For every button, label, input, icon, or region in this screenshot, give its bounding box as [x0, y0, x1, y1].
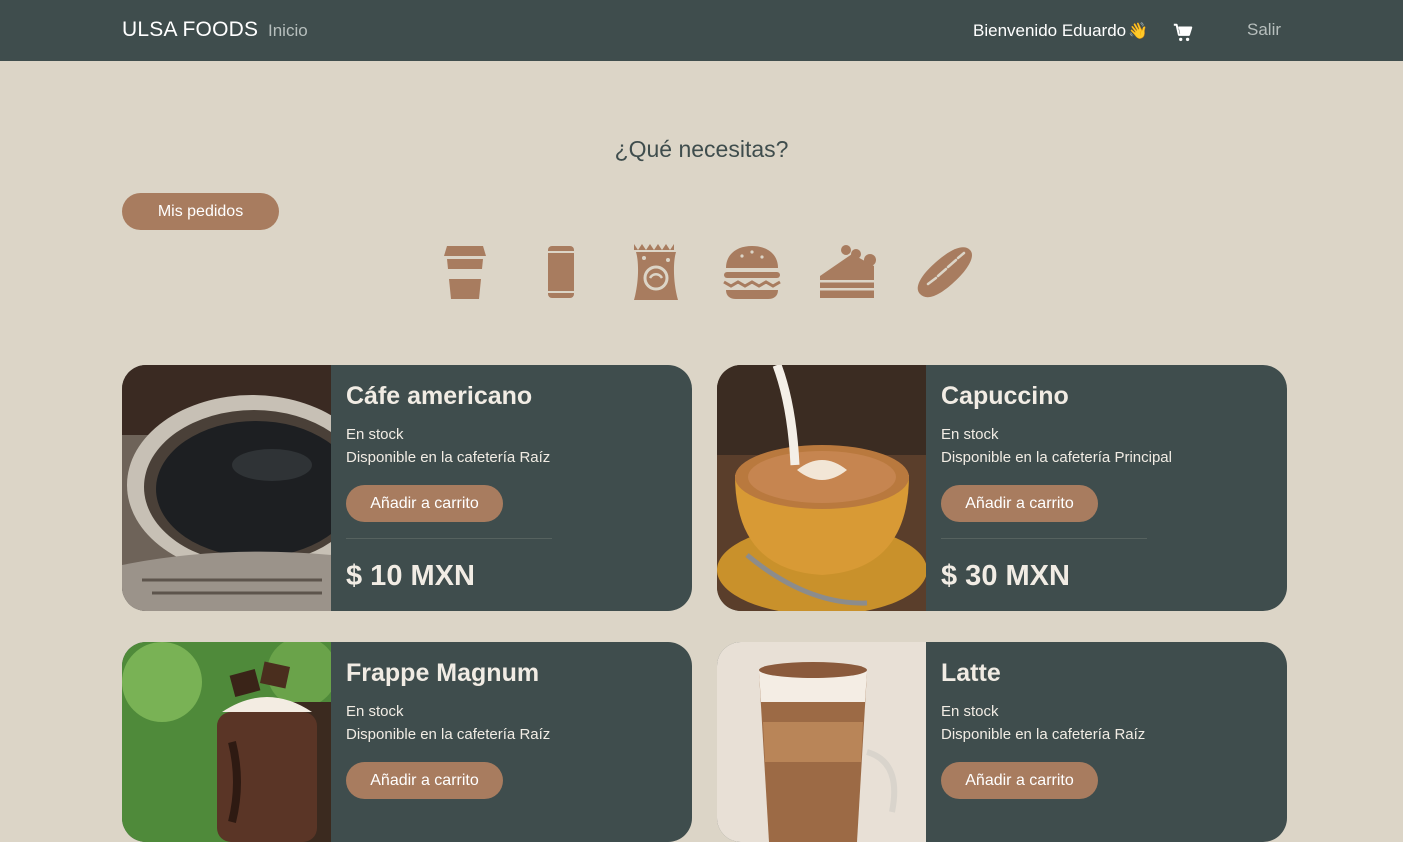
product-name: Latte [941, 659, 1001, 687]
nav-home-link[interactable]: Inicio [268, 21, 308, 41]
product-name: Cáfe americano [346, 382, 533, 410]
product-card: Capuccino En stock Disponible en la cafe… [717, 365, 1287, 611]
welcome-text: Bienvenido Eduardo [973, 21, 1127, 40]
snack-bag-icon[interactable] [624, 240, 688, 304]
baguette-icon[interactable] [912, 240, 976, 304]
product-name: Frappe Magnum [346, 659, 540, 687]
divider [941, 538, 1147, 539]
product-price: $ 30 MXN [941, 560, 1070, 592]
availability-text: Disponible en la cafetería Raíz [941, 726, 1146, 743]
coffee-cup-icon[interactable] [433, 240, 497, 304]
product-image-frappe [122, 642, 331, 842]
stock-status: En stock [346, 426, 404, 443]
navbar: ULSA FOODS Inicio Bienvenido Eduardo 👋 S… [0, 0, 1403, 61]
page-heading: ¿Qué necesitas? [614, 136, 789, 162]
my-orders-button[interactable]: Mis pedidos [122, 193, 279, 230]
product-image-latte [717, 642, 926, 842]
product-card: Cáfe americano En stock Disponible en la… [122, 365, 692, 611]
wave-emoji-icon: 👋 [1128, 23, 1148, 40]
cake-slice-icon[interactable] [816, 240, 880, 304]
product-image-americano [122, 365, 331, 611]
availability-text: Disponible en la cafetería Raíz [346, 449, 551, 466]
availability-text: Disponible en la cafetería Principal [941, 449, 1172, 466]
brand-logo[interactable]: ULSA FOODS [122, 18, 258, 42]
stock-status: En stock [941, 703, 999, 720]
product-card: Frappe Magnum En stock Disponible en la … [122, 642, 692, 842]
add-to-cart-button[interactable]: Añadir a carrito [346, 485, 503, 522]
add-to-cart-button[interactable]: Añadir a carrito [941, 485, 1098, 522]
product-card: Latte En stock Disponible en la cafeterí… [717, 642, 1287, 842]
product-name: Capuccino [941, 382, 1069, 410]
cart-icon[interactable] [1172, 22, 1194, 44]
add-to-cart-button[interactable]: Añadir a carrito [941, 762, 1098, 799]
logout-link[interactable]: Salir [1247, 20, 1281, 40]
divider [346, 538, 552, 539]
add-to-cart-button[interactable]: Añadir a carrito [346, 762, 503, 799]
availability-text: Disponible en la cafetería Raíz [346, 726, 551, 743]
stock-status: En stock [941, 426, 999, 443]
product-image-capuccino [717, 365, 926, 611]
burger-icon[interactable] [720, 240, 784, 304]
soda-can-icon[interactable] [529, 240, 593, 304]
product-price: $ 10 MXN [346, 560, 475, 592]
stock-status: En stock [346, 703, 404, 720]
